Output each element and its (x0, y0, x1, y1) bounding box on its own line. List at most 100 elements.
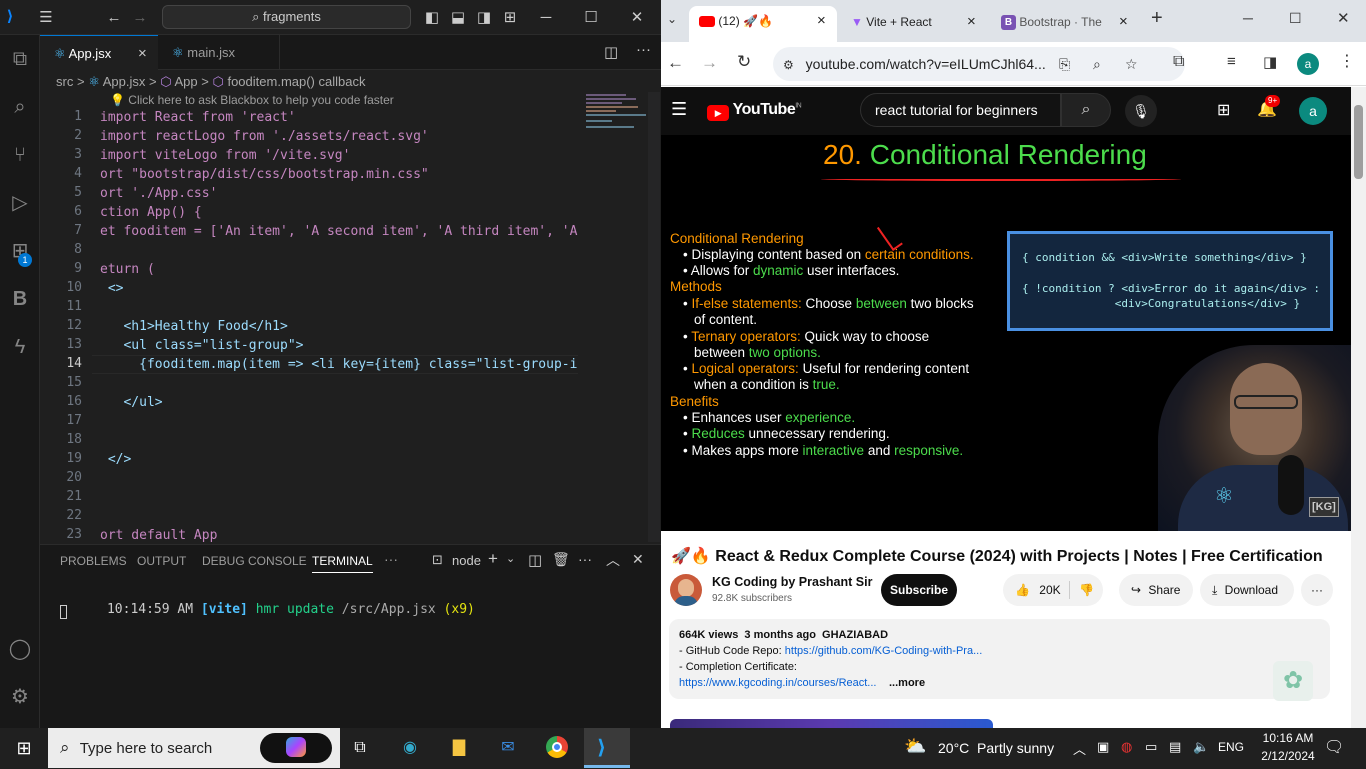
code-line[interactable]: import React from 'react' (100, 108, 296, 127)
tab-output[interactable]: OUTPUT (137, 554, 186, 568)
maximize-panel-icon[interactable]: ︿ (606, 550, 620, 570)
breadcrumb-file[interactable]: App.jsx (103, 74, 146, 89)
more-link[interactable]: ...more (889, 677, 925, 689)
code-line[interactable]: <> (100, 279, 124, 298)
more-options-button[interactable]: ··· (1301, 574, 1333, 606)
video-description[interactable]: 664K views 3 months ago GHAZIABAD - GitH… (669, 619, 1330, 701)
chrome-icon[interactable] (545, 736, 569, 760)
explorer-icon[interactable]: ⧉ (6, 45, 34, 73)
editor-scrollbar[interactable] (648, 92, 660, 542)
volume-icon[interactable]: 🔈 (1193, 739, 1209, 755)
tab-debug-console[interactable]: DEBUG CONSOLE (202, 554, 307, 568)
close-window-icon[interactable]: ✕ (627, 8, 647, 28)
code-line[interactable]: ort './App.css' (100, 184, 217, 203)
minimize-icon[interactable]: ─ (1243, 10, 1253, 26)
close-tab-icon[interactable]: × (1119, 8, 1128, 36)
minimap[interactable] (584, 92, 650, 142)
chevron-down-icon[interactable]: ⌄ (506, 552, 515, 565)
chrome-menu-icon[interactable]: ⋮ (1339, 51, 1355, 71)
back-arrow-icon[interactable]: ← (104, 8, 124, 28)
bookmark-star-icon[interactable]: ☆ (1125, 47, 1138, 81)
clock-time[interactable]: 10:16 AM (1256, 731, 1320, 745)
youtube-search-input[interactable]: react tutorial for beginners (860, 93, 1061, 127)
zoom-icon[interactable]: ⌕ (1093, 47, 1101, 81)
terminal-output[interactable]: 10:14:59 AM [vite] hmr update /src/App.j… (60, 587, 475, 632)
code-line[interactable]: import viteLogo from '/vite.svg' (100, 146, 350, 165)
channel-name[interactable]: KG Coding by Prashant Sir (712, 575, 872, 589)
side-panel-icon[interactable]: ◨ (1263, 53, 1277, 71)
back-arrow-icon[interactable]: ← (667, 53, 684, 73)
subscribe-button[interactable]: Subscribe (881, 574, 957, 606)
chatgpt-icon[interactable]: ✿ (1273, 661, 1313, 701)
channel-avatar[interactable] (670, 574, 702, 606)
trash-icon[interactable]: 🗑 (552, 551, 570, 568)
create-video-icon[interactable]: ⊞ (1217, 100, 1230, 120)
code-line[interactable]: </> (100, 450, 132, 469)
vscode-taskbar-button[interactable]: ⟩ (584, 728, 630, 768)
blackbox-icon[interactable]: B (6, 285, 34, 313)
task-view-icon[interactable]: ⧉ (348, 736, 372, 760)
clock-date[interactable]: 2/12/2024 (1256, 749, 1320, 763)
install-icon[interactable]: ⎘ (1059, 47, 1070, 81)
certificate-link[interactable]: https://www.kgcoding.in/courses/React... (679, 677, 876, 689)
split-terminal-icon[interactable]: ◫ (528, 551, 542, 569)
forward-arrow-icon[interactable]: → (701, 53, 718, 73)
network-icon[interactable]: ▤ (1169, 739, 1181, 755)
code-line[interactable]: <ul class="list-group"> (100, 336, 303, 355)
tab-app-jsx[interactable]: ⚛ App.jsx × (40, 35, 158, 70)
hamburger-icon[interactable]: ☰ (671, 99, 687, 120)
code-line[interactable]: <h1>Healthy Food</h1> (100, 317, 287, 336)
account-avatar[interactable]: a (1299, 97, 1327, 125)
minimize-icon[interactable]: ─ (536, 8, 556, 28)
like-button[interactable]: 👍 20K 👎 (1003, 574, 1103, 606)
media-icon[interactable]: ≡ (1227, 53, 1236, 70)
accounts-icon[interactable]: ◯ (6, 635, 34, 663)
code-line[interactable]: ort default App (100, 526, 217, 544)
panel-more[interactable]: ··· (384, 551, 398, 567)
language-indicator[interactable]: ENG (1218, 740, 1244, 754)
battery-icon[interactable]: ▭ (1145, 739, 1157, 755)
close-tab-icon[interactable]: × (138, 36, 147, 71)
github-link[interactable]: https://github.com/KG-Coding-with-Pra... (785, 645, 982, 657)
microphone-icon[interactable]: 🎙 (1125, 95, 1157, 127)
notifications-icon[interactable]: 🗨 (1324, 737, 1344, 757)
code-line[interactable]: import reactLogo from './assets/react.sv… (100, 127, 429, 146)
menu-icon[interactable]: ☰ (36, 8, 56, 28)
download-button[interactable]: ⤓ Download (1200, 574, 1294, 606)
taskbar-search[interactable]: ⌕ Type here to search (48, 728, 340, 768)
settings-gear-icon[interactable]: ⚙ (6, 683, 34, 711)
weather-text[interactable]: 20°C Partly sunny (938, 740, 1054, 756)
file-explorer-icon[interactable]: ▇ (447, 736, 471, 760)
thumbs-down-icon[interactable]: 👎 (1079, 574, 1094, 606)
extensions-puzzle-icon[interactable]: ⧉ (1173, 53, 1184, 71)
tray-chevron-icon[interactable]: ︿ (1073, 739, 1086, 758)
code-line[interactable]: ort "bootstrap/dist/css/bootstrap.min.cs… (100, 165, 429, 184)
breadcrumb-callback[interactable]: fooditem.map() callback (227, 74, 365, 89)
code-line[interactable]: eturn ( (100, 260, 155, 279)
next-video-thumbnail[interactable] (670, 719, 993, 728)
windows-start-icon[interactable]: ⊞ (12, 736, 36, 760)
run-debug-icon[interactable]: ▷ (6, 189, 34, 217)
security-icon[interactable]: ◍ (1121, 739, 1132, 755)
address-bar[interactable]: ⚙ youtube.com/watch?v=eILUmCJhl64... ⎘ ⌕… (773, 47, 1185, 81)
tab-main-jsx[interactable]: ⚛ main.jsx (158, 35, 280, 70)
tab-bootstrap[interactable]: B Bootstrap · The × (1001, 8, 1141, 36)
forward-arrow-icon[interactable]: → (130, 8, 150, 28)
customize-layout-icon[interactable]: ⊞ (500, 8, 520, 28)
tab-problems[interactable]: PROBLEMS (60, 554, 127, 568)
source-control-icon[interactable]: ⑂ (6, 141, 34, 169)
code-line[interactable]: </ul> (100, 393, 162, 412)
site-info-icon[interactable]: ⚙ (783, 58, 794, 72)
more-actions-icon[interactable]: ··· (578, 551, 592, 567)
close-tab-icon[interactable]: × (817, 6, 826, 36)
lightning-icon[interactable]: ϟ (6, 333, 34, 361)
search-icon[interactable]: ⌕ (6, 93, 34, 121)
copilot-icon[interactable] (260, 733, 332, 763)
mail-icon[interactable]: ✉ (496, 736, 520, 760)
new-tab-button[interactable]: + (1151, 7, 1163, 30)
code-editor[interactable]: import React from 'react' import reactLog… (100, 108, 578, 544)
tab-search-icon[interactable]: ⌄ (667, 12, 677, 26)
terminal-name[interactable]: node (452, 553, 481, 568)
maximize-icon[interactable]: ☐ (581, 8, 601, 28)
maximize-icon[interactable]: ☐ (1289, 10, 1302, 27)
